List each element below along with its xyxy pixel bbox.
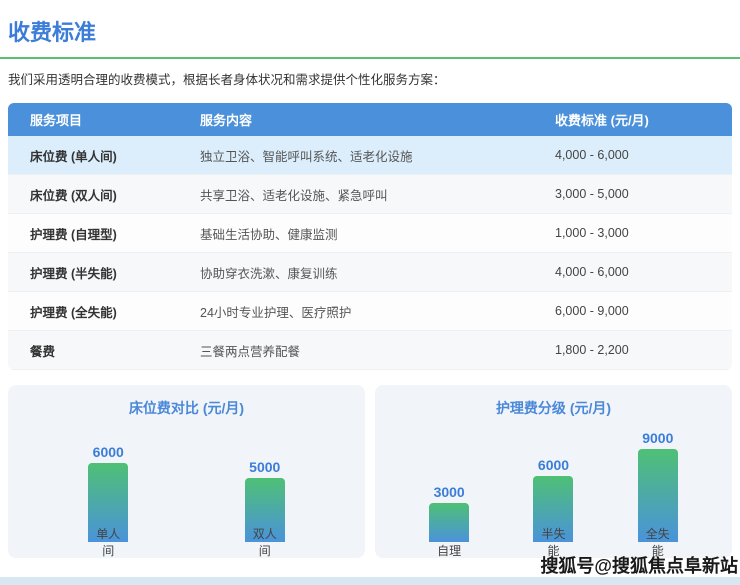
chart-plot-area: 6000单人间 5000双人间: [8, 418, 365, 542]
table-row: 床位费 (单人间)独立卫浴、智能呼叫系统、适老化设施4,000 - 6,000: [8, 136, 732, 175]
table-header-row: 服务项目 服务内容 收费标准 (元/月): [8, 103, 732, 136]
fee-standard-cell: 4,000 - 6,000: [555, 265, 732, 279]
chart-title: 护理费分级 (元/月): [375, 398, 732, 418]
bottom-strip: [0, 577, 740, 585]
charts-row: 床位费对比 (元/月)6000单人间5000双人间护理费分级 (元/月)3000…: [8, 385, 732, 558]
service-item-cell: 床位费 (双人间): [30, 185, 200, 204]
service-item-cell: 床位费 (单人间): [30, 146, 200, 165]
bar-category-label: 单人间: [93, 526, 123, 560]
bar-group: 6000单人间: [88, 444, 128, 542]
page-title: 收费标准: [8, 20, 732, 46]
bar-category-label: 自理: [434, 543, 464, 560]
chart-plot-area: 3000自理 6000半失能 9000全失能: [375, 418, 732, 542]
column-header-fee-standard: 收费标准 (元/月): [555, 110, 732, 129]
bar-value-label: 6000: [93, 444, 124, 460]
fee-standard-cell: 6,000 - 9,000: [555, 304, 732, 318]
service-item-cell: 护理费 (自理型): [30, 224, 200, 243]
fee-table: 服务项目 服务内容 收费标准 (元/月) 床位费 (单人间)独立卫浴、智能呼叫系…: [8, 103, 732, 370]
table-row: 护理费 (全失能)24小时专业护理、医疗照护6,000 - 9,000: [8, 292, 732, 331]
bar-category-label: 双人间: [250, 526, 280, 560]
bar-value-label: 5000: [249, 459, 280, 475]
table-row: 护理费 (自理型)基础生活协助、健康监测1,000 - 3,000: [8, 214, 732, 253]
fee-standard-cell: 3,000 - 5,000: [555, 187, 732, 201]
column-header-service-content: 服务内容: [200, 110, 555, 129]
fee-standard-cell: 1,800 - 2,200: [555, 343, 732, 357]
column-header-service-item: 服务项目: [30, 110, 200, 129]
fee-standard-cell: 1,000 - 3,000: [555, 226, 732, 240]
table-row: 床位费 (双人间)共享卫浴、适老化设施、紧急呼叫3,000 - 5,000: [8, 175, 732, 214]
service-content-cell: 三餐两点营养配餐: [200, 341, 555, 360]
service-content-cell: 24小时专业护理、医疗照护: [200, 302, 555, 321]
service-content-cell: 协助穿衣洗漱、康复训练: [200, 263, 555, 282]
bar-group: 6000半失能: [533, 457, 573, 542]
bar-chart-card: 床位费对比 (元/月)6000单人间5000双人间: [8, 385, 365, 558]
intro-text: 我们采用透明合理的收费模式，根据长者身体状况和需求提供个性化服务方案：: [8, 72, 732, 88]
bar: [429, 503, 469, 542]
bar-value-label: 6000: [538, 457, 569, 473]
service-content-cell: 基础生活协助、健康监测: [200, 224, 555, 243]
bar-group: 9000全失能: [638, 430, 678, 542]
bar-value-label: 9000: [642, 430, 673, 446]
bar-group: 3000自理: [429, 484, 469, 542]
bar-value-label: 3000: [434, 484, 465, 500]
service-item-cell: 护理费 (全失能): [30, 302, 200, 321]
watermark-text: 搜狐号@搜狐焦点阜新站: [540, 552, 738, 578]
bar-chart-card: 护理费分级 (元/月)3000自理6000半失能9000全失能: [375, 385, 732, 558]
table-row: 餐费三餐两点营养配餐1,800 - 2,200: [8, 331, 732, 370]
fee-standard-cell: 4,000 - 6,000: [555, 148, 732, 162]
service-item-cell: 餐费: [30, 341, 200, 360]
service-content-cell: 共享卫浴、适老化设施、紧急呼叫: [200, 185, 555, 204]
article-page: 收费标准 我们采用透明合理的收费模式，根据长者身体状况和需求提供个性化服务方案：…: [0, 20, 740, 585]
green-divider: [0, 57, 740, 59]
table-row: 护理费 (半失能)协助穿衣洗漱、康复训练4,000 - 6,000: [8, 253, 732, 292]
service-item-cell: 护理费 (半失能): [30, 263, 200, 282]
chart-title: 床位费对比 (元/月): [8, 398, 365, 418]
table-body: 床位费 (单人间)独立卫浴、智能呼叫系统、适老化设施4,000 - 6,000床…: [8, 136, 732, 370]
service-content-cell: 独立卫浴、智能呼叫系统、适老化设施: [200, 146, 555, 165]
bar-group: 5000双人间: [245, 459, 285, 542]
